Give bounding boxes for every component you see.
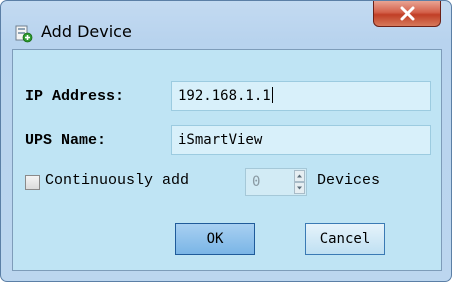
ok-button[interactable]: OK xyxy=(175,223,255,255)
device-count-spinner[interactable]: 0 xyxy=(245,168,307,196)
ip-address-value: 192.168.1.1 xyxy=(178,88,271,104)
continuously-add-label: Continuously add xyxy=(45,172,190,189)
text-caret xyxy=(271,87,273,103)
window-title: Add Device xyxy=(41,22,132,41)
add-device-icon xyxy=(15,25,33,43)
ups-name-label: UPS Name: xyxy=(25,132,107,149)
spin-down-icon xyxy=(297,186,302,190)
close-icon xyxy=(400,6,415,21)
title-bar[interactable]: Add Device xyxy=(1,1,451,47)
ups-name-value: iSmartView xyxy=(178,132,263,148)
device-count-value: 0 xyxy=(252,174,261,190)
spin-up-icon xyxy=(297,174,302,178)
ip-address-label: IP Address: xyxy=(25,88,125,105)
close-button[interactable] xyxy=(373,1,441,27)
add-device-dialog: Add Device IP Address: 192.168.1.1 UPS N… xyxy=(0,0,452,282)
spin-up-button[interactable] xyxy=(294,170,305,182)
cancel-button[interactable]: Cancel xyxy=(305,223,385,255)
ip-address-field[interactable]: 192.168.1.1 xyxy=(171,81,431,111)
devices-label: Devices xyxy=(317,172,381,189)
continuously-add-checkbox[interactable] xyxy=(25,175,40,190)
ups-name-field[interactable]: iSmartView xyxy=(171,125,431,155)
spin-down-button[interactable] xyxy=(294,182,305,194)
